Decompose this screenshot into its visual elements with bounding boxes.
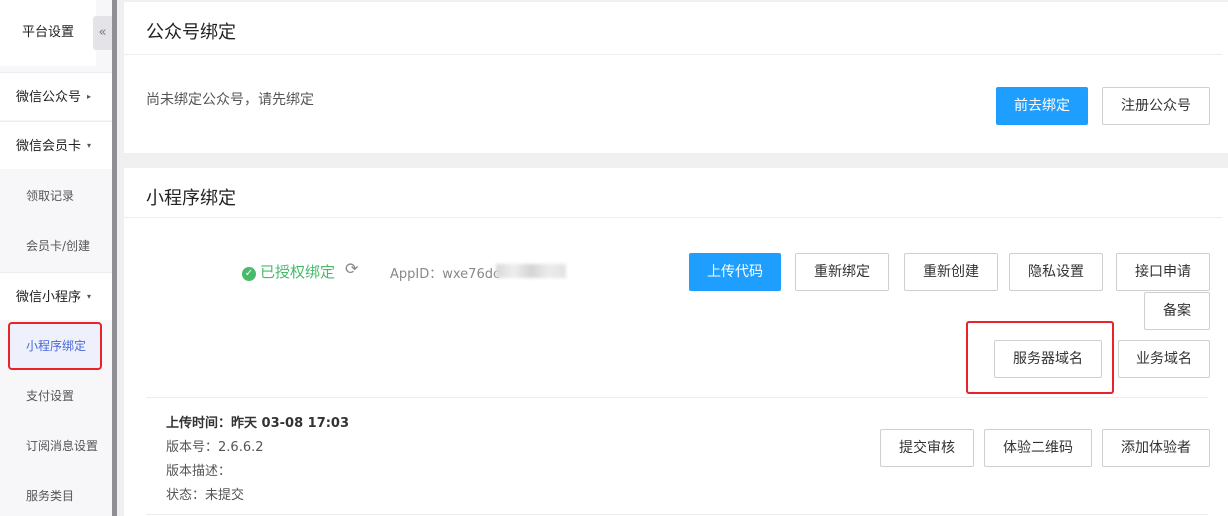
mini-program-title: 小程序绑定 <box>146 188 236 209</box>
api-apply-button[interactable]: 接口申请 <box>1116 253 1210 291</box>
status-label: 状态： <box>166 488 206 503</box>
caret-down-icon: ▾ <box>87 292 92 301</box>
version-value: 2.6.6.2 <box>218 440 264 455</box>
divider <box>124 54 1222 55</box>
divider <box>146 514 1208 515</box>
check-circle-icon: ✓ <box>242 267 256 281</box>
authorized-status: ✓ 已授权绑定 <box>242 261 335 282</box>
divider <box>146 397 1208 398</box>
collapse-icon[interactable]: « <box>93 16 112 50</box>
upload-code-button[interactable]: 上传代码 <box>689 253 781 291</box>
upload-time-label: 上传时间： <box>166 416 232 431</box>
register-public-account-button[interactable]: 注册公众号 <box>1102 87 1210 125</box>
caret-right-icon: ▸ <box>87 92 92 101</box>
sidebar-item-payment-settings[interactable]: 支付设置 <box>0 371 112 421</box>
business-domain-button[interactable]: 业务域名 <box>1118 340 1210 378</box>
caret-down-icon: ▾ <box>87 141 92 150</box>
public-account-card: 公众号绑定 尚未绑定公众号，请先绑定 前去绑定 注册公众号 <box>124 2 1228 153</box>
filing-button[interactable]: 备案 <box>1144 292 1210 330</box>
submit-review-button[interactable]: 提交审核 <box>880 429 974 467</box>
sidebar-item-card-create[interactable]: 会员卡/创建 <box>0 221 112 271</box>
sidebar-item-service-category[interactable]: 服务类目 <box>0 471 112 516</box>
add-tester-button[interactable]: 添加体验者 <box>1102 429 1210 467</box>
upload-time-value: 昨天 03-08 17:03 <box>231 416 350 431</box>
public-account-title: 公众号绑定 <box>146 22 236 43</box>
sidebar: 平台设置 « 微信公众号 ▸ 微信会员卡 ▾ 领取记录 会员卡/创建 微信小程序 ▾ … <box>0 0 112 516</box>
sidebar-group-wechat-public[interactable]: 微信公众号 ▸ <box>0 72 112 120</box>
status-label: 已授权绑定 <box>260 263 336 281</box>
server-domain-highlight <box>966 321 1114 394</box>
sidebar-group-label: 微信小程序 <box>16 290 82 305</box>
sidebar-item-receive-records[interactable]: 领取记录 <box>0 171 112 221</box>
sidebar-group-label: 微信会员卡 <box>16 139 82 154</box>
sidebar-title: 平台设置 <box>0 0 96 66</box>
version-number: 版本号：2.6.6.2 <box>166 436 264 455</box>
appid-redaction <box>496 264 566 278</box>
recreate-button[interactable]: 重新创建 <box>904 253 998 291</box>
sidebar-item-mini-bind[interactable]: 小程序绑定 <box>0 321 112 371</box>
status-value: 未提交 <box>205 488 245 503</box>
version-description: 版本描述： <box>166 464 232 479</box>
divider <box>124 217 1222 218</box>
trial-qrcode-button[interactable]: 体验二维码 <box>984 429 1092 467</box>
bind-public-account-button[interactable]: 前去绑定 <box>996 87 1088 125</box>
sidebar-group-mini-program[interactable]: 微信小程序 ▾ <box>0 272 112 320</box>
appid-label: AppID： <box>390 267 443 282</box>
unbound-message: 尚未绑定公众号，请先绑定 <box>146 92 314 108</box>
appid: AppID：wxe76dc <box>390 263 500 282</box>
privacy-settings-button[interactable]: 隐私设置 <box>1009 253 1103 291</box>
sidebar-item-subscribe-msg[interactable]: 订阅消息设置 <box>0 421 112 471</box>
refresh-icon[interactable]: ⟳ <box>345 259 358 278</box>
version-status: 状态：未提交 <box>166 484 244 503</box>
sidebar-divider[interactable] <box>112 0 117 516</box>
version-label: 版本号： <box>166 440 219 455</box>
appid-value: wxe76dc <box>442 267 501 282</box>
rebind-button[interactable]: 重新绑定 <box>795 253 889 291</box>
sidebar-group-label: 微信公众号 <box>16 90 82 105</box>
sidebar-group-wechat-card[interactable]: 微信会员卡 ▾ <box>0 121 112 169</box>
upload-time: 上传时间：昨天 03-08 17:03 <box>166 412 349 431</box>
